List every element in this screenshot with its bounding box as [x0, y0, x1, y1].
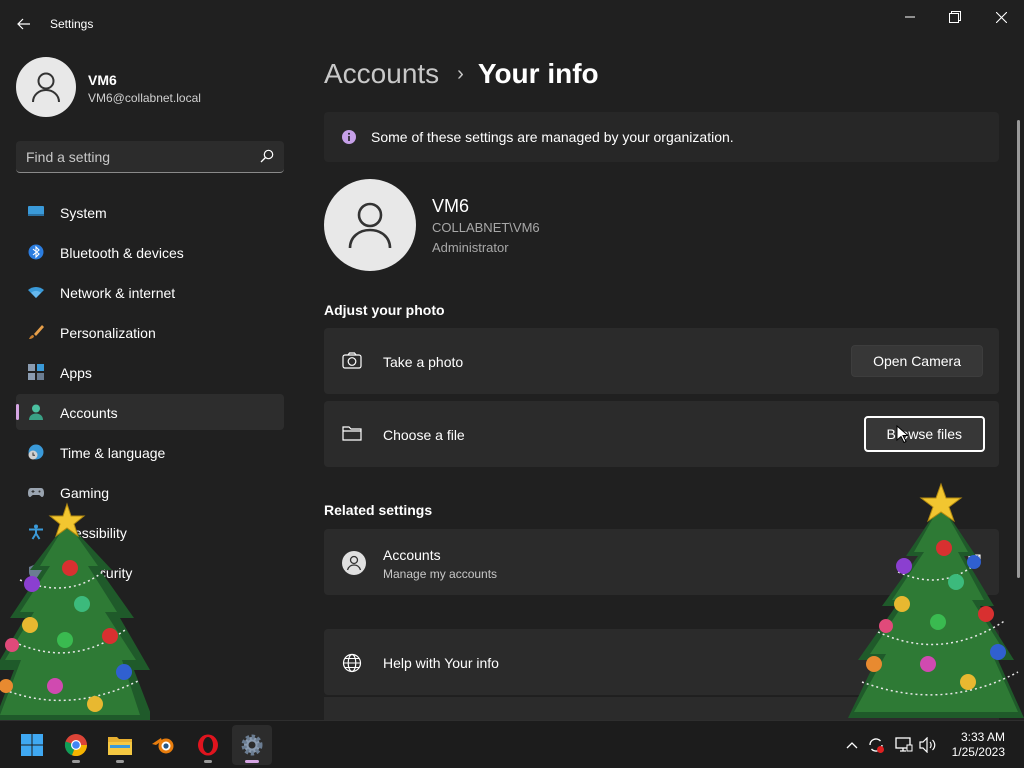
- sidebar-item-label: Personalization: [60, 325, 156, 341]
- sidebar-item-label: System: [60, 205, 107, 221]
- taskbar-blender[interactable]: [144, 725, 184, 765]
- breadcrumb-separator-icon: ›: [457, 62, 464, 85]
- person-icon: [29, 404, 43, 420]
- christmas-tree-left-icon: [0, 502, 150, 722]
- help-your-info-label: Help with Your info: [383, 655, 499, 671]
- sidebar-item-personalization[interactable]: Personalization: [16, 314, 284, 350]
- tray-volume-button[interactable]: [918, 735, 938, 755]
- browse-files-button[interactable]: Browse files: [863, 416, 985, 452]
- taskbar-chrome[interactable]: [56, 725, 96, 765]
- sidebar-item-label: Accounts: [60, 405, 118, 421]
- sidebar-item-bluetooth[interactable]: Bluetooth & devices: [16, 234, 284, 270]
- brush-icon: [29, 325, 44, 339]
- bluetooth-icon: [28, 244, 44, 260]
- minimize-icon: [905, 16, 915, 18]
- sidebar-item-label: Gaming: [60, 485, 110, 501]
- file-explorer-icon: [108, 737, 132, 755]
- tray-sync-button[interactable]: [866, 735, 886, 755]
- person-circle-icon: [342, 551, 366, 580]
- profile-email: VM6@collabnet.local: [88, 91, 201, 105]
- profile-avatar[interactable]: [16, 57, 76, 117]
- back-button[interactable]: [12, 12, 36, 36]
- user-domain: COLLABNET\VM6: [432, 220, 540, 235]
- sync-icon: [869, 738, 884, 753]
- person-icon: [348, 202, 392, 249]
- maximize-button[interactable]: [937, 6, 973, 28]
- blender-icon: [152, 738, 174, 754]
- clock-globe-icon: [28, 444, 44, 460]
- app-title: Settings: [50, 17, 94, 31]
- folder-icon: [342, 425, 362, 446]
- clock-date: 1/25/2023: [951, 745, 1005, 759]
- adjust-photo-heading: Adjust your photo: [324, 302, 445, 318]
- sidebar-item-label: Time & language: [60, 445, 166, 461]
- sidebar-item-system[interactable]: System: [16, 194, 284, 230]
- opera-icon: [198, 734, 218, 756]
- wifi-icon: [28, 287, 44, 298]
- organization-managed-banner: Some of these settings are managed by yo…: [324, 112, 999, 162]
- active-indicator: [245, 760, 259, 763]
- sidebar-item-label: Bluetooth & devices: [60, 245, 184, 261]
- gamepad-icon: [28, 488, 44, 497]
- taskbar-opera[interactable]: [188, 725, 228, 765]
- taskbar: 3:33 AM 1/25/2023: [0, 720, 1024, 768]
- sidebar-item-label: Network & internet: [60, 285, 176, 301]
- choose-file-label: Choose a file: [383, 427, 465, 443]
- system-icon: [28, 206, 44, 216]
- settings-icon: [241, 734, 263, 756]
- related-accounts-label: Accounts: [383, 547, 441, 563]
- running-indicator: [204, 760, 212, 763]
- display-network-icon: [895, 737, 913, 752]
- sidebar-item-apps[interactable]: Apps: [16, 354, 284, 390]
- sidebar-item-accounts[interactable]: Accounts: [16, 394, 284, 430]
- user-name: VM6: [432, 196, 470, 216]
- minimize-button[interactable]: [892, 6, 928, 28]
- windows-start-icon: [21, 734, 43, 756]
- user-role: Administrator: [432, 240, 509, 255]
- sidebar-item-network[interactable]: Network & internet: [16, 274, 284, 310]
- chrome-icon: [64, 734, 88, 757]
- profile-name: VM6: [88, 72, 117, 88]
- restore-icon: [949, 11, 961, 23]
- banner-text: Some of these settings are managed by yo…: [371, 129, 734, 145]
- taskbar-settings[interactable]: [232, 725, 272, 765]
- related-settings-heading: Related settings: [324, 502, 433, 518]
- sidebar-item-time-language[interactable]: Time & language: [16, 434, 284, 470]
- show-hidden-icons-button[interactable]: [842, 735, 862, 755]
- globe-icon: [342, 653, 362, 678]
- search-input[interactable]: [26, 148, 246, 166]
- taskbar-clock[interactable]: 3:33 AM 1/25/2023: [952, 730, 1005, 760]
- tray-network-button[interactable]: [894, 735, 914, 755]
- breadcrumb: Accounts › Your info: [324, 58, 599, 90]
- speaker-icon: [919, 737, 936, 753]
- take-photo-card: Take a photo Open Camera: [324, 328, 999, 394]
- open-camera-button[interactable]: Open Camera: [851, 345, 983, 377]
- running-indicator: [72, 760, 80, 763]
- search-box[interactable]: [16, 141, 284, 173]
- christmas-tree-right-icon: [848, 482, 1024, 718]
- person-icon: [32, 72, 60, 103]
- close-button[interactable]: [983, 6, 1019, 28]
- breadcrumb-parent-link[interactable]: Accounts: [324, 58, 439, 90]
- page-title: Your info: [477, 58, 599, 89]
- apps-icon: [28, 364, 44, 380]
- related-accounts-sublabel: Manage my accounts: [383, 567, 498, 581]
- take-photo-label: Take a photo: [383, 354, 464, 370]
- chevron-up-icon: [846, 742, 858, 749]
- back-arrow-icon: [17, 18, 30, 30]
- title-bar: Settings: [0, 0, 1024, 48]
- running-indicator: [116, 760, 124, 763]
- info-icon: [341, 129, 357, 150]
- close-icon: [995, 11, 1007, 23]
- user-avatar: [324, 179, 416, 271]
- sidebar-item-label: Apps: [60, 365, 92, 381]
- mouse-cursor-icon: [896, 425, 908, 443]
- clock-time: 3:33 AM: [960, 730, 1005, 744]
- camera-icon: [342, 352, 362, 375]
- start-button[interactable]: [12, 725, 52, 765]
- taskbar-file-explorer[interactable]: [100, 725, 140, 765]
- search-icon[interactable]: [260, 149, 274, 168]
